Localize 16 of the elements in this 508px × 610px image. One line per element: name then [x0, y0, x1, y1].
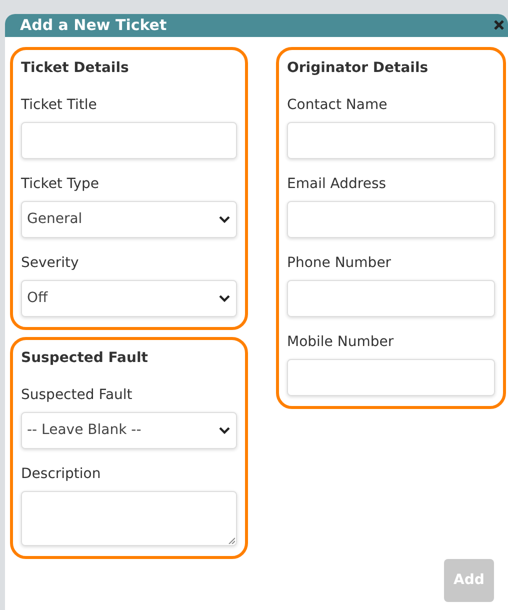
field-label: Suspected Fault: [21, 386, 134, 404]
section-title: Ticket Details: [21, 58, 130, 78]
field-label: Severity: [21, 254, 80, 272]
field-label: Description: [21, 464, 102, 484]
field-label: Ticket Type: [21, 174, 100, 194]
field-label: Contact Name: [287, 96, 388, 114]
dialog-title: Add a New Ticket: [20, 15, 167, 36]
select-field[interactable]: Off: [21, 280, 237, 316]
section-title: Suspected Fault: [21, 348, 149, 368]
field-label: Ticket Title: [21, 96, 98, 114]
field-label: Mobile Number: [287, 332, 395, 352]
section-title: Originator Details: [287, 58, 430, 78]
field-label: Phone Number: [287, 254, 392, 272]
select-field[interactable]: -- Leave Blank --: [21, 412, 237, 448]
field-label: Email Address: [287, 174, 388, 194]
select-field[interactable]: General: [21, 200, 237, 238]
